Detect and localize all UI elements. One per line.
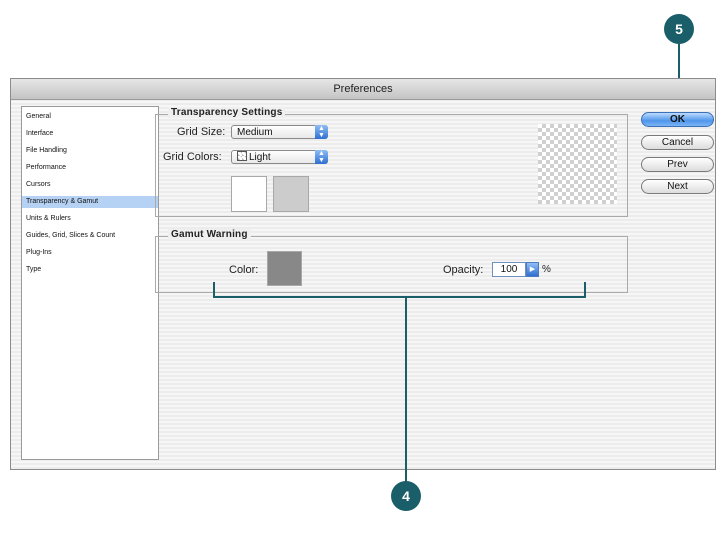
grid-size-label: Grid Size: xyxy=(177,126,226,138)
opacity-label: Opacity: xyxy=(443,264,484,276)
opacity-slider-arrow-icon[interactable]: ▶ xyxy=(526,262,539,277)
callout-4: 4 xyxy=(391,481,421,511)
sidebar-item-file-handling[interactable]: File Handling xyxy=(22,145,158,157)
sidebar-item-units-rulers[interactable]: Units & Rulers xyxy=(22,213,158,225)
gamut-color-swatch[interactable] xyxy=(267,251,302,286)
sidebar-item-cursors[interactable]: Cursors xyxy=(22,179,158,191)
gamut-warning-title: Gamut Warning xyxy=(168,229,251,240)
transparency-preview xyxy=(538,124,617,204)
select-arrows-icon: ▲ ▼ xyxy=(315,125,328,139)
sidebar-item-plug-ins[interactable]: Plug-Ins xyxy=(22,247,158,259)
grid-colors-select[interactable]: Light ▲ ▼ xyxy=(231,150,328,164)
sidebar-item-general[interactable]: General xyxy=(22,111,158,123)
opacity-input[interactable]: 100 xyxy=(492,262,526,277)
gamut-warning-group: Gamut Warning xyxy=(155,229,628,293)
transparency-settings-title: Transparency Settings xyxy=(168,107,286,118)
gamut-color-label: Color: xyxy=(229,264,259,276)
preferences-sidebar: General Interface File Handling Performa… xyxy=(21,106,159,460)
grid-color-icon xyxy=(237,151,247,161)
sidebar-item-guides-grid[interactable]: Guides, Grid, Slices & Count xyxy=(22,230,158,242)
next-button[interactable]: Next xyxy=(641,179,714,194)
sidebar-item-transparency-gamut[interactable]: Transparency & Gamut xyxy=(22,196,158,208)
cancel-button[interactable]: Cancel xyxy=(641,135,714,150)
callout-4-line xyxy=(405,296,407,482)
callout-4-bracket-bar xyxy=(213,296,586,298)
window-title: Preferences xyxy=(11,79,715,100)
sidebar-item-interface[interactable]: Interface xyxy=(22,128,158,140)
select-arrows-icon: ▲ ▼ xyxy=(315,150,328,164)
callout-5: 5 xyxy=(664,14,694,44)
grid-color-swatch-light[interactable] xyxy=(231,176,267,212)
ok-button[interactable]: OK xyxy=(641,112,714,127)
grid-size-select[interactable]: Medium ▲ ▼ xyxy=(231,125,328,139)
grid-colors-label: Grid Colors: xyxy=(163,151,222,163)
sidebar-item-performance[interactable]: Performance xyxy=(22,162,158,174)
sidebar-item-type[interactable]: Type xyxy=(22,264,158,276)
grid-color-swatch-dark[interactable] xyxy=(273,176,309,212)
prev-button[interactable]: Prev xyxy=(641,157,714,172)
opacity-unit: % xyxy=(542,264,551,275)
grid-colors-value: Light xyxy=(249,152,271,163)
grid-size-value: Medium xyxy=(237,127,273,138)
